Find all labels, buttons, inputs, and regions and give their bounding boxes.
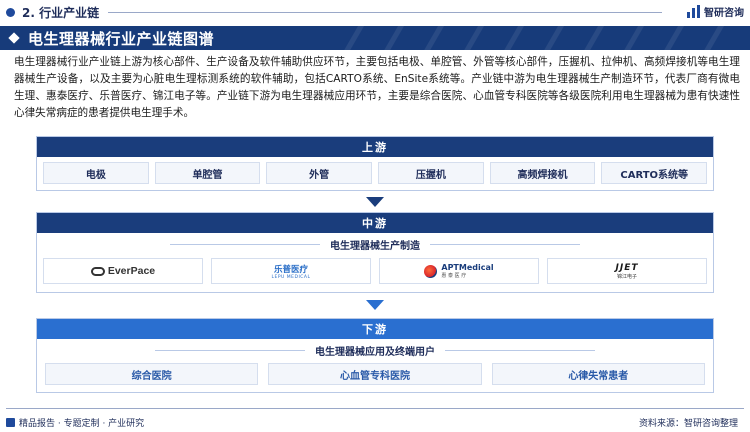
decorative-stripes [330, 26, 750, 50]
downstream-header: 下游 [37, 319, 713, 339]
top-bar: 2. 行业产业链 智研咨询 [0, 0, 750, 24]
upstream-item: 外管 [266, 162, 373, 184]
upstream-item: CARTO系统等 [601, 162, 708, 184]
footer-tagline-text: 精品报告 · 专题定制 · 产业研究 [19, 419, 145, 429]
upstream-item: 高频焊接机 [489, 162, 596, 184]
apt-medical-logo: APTMedical 惠 泰 医 疗 [379, 258, 539, 284]
upstream-item: 压握机 [378, 162, 484, 184]
everpace-logo: EverPace [43, 258, 203, 284]
upstream-item: 单腔管 [154, 162, 261, 184]
footer-tagline: 精品报告 · 专题定制 · 产业研究 [6, 416, 144, 429]
downstream-subtitle-text: 电生理器械应用及终端用户 [315, 347, 435, 358]
upstream-header: 上游 [37, 137, 713, 157]
brand-logo: 智研咨询 [687, 4, 744, 19]
footer-divider [6, 408, 744, 409]
down-arrow-icon [366, 300, 384, 310]
lepu-medical-logo: 乐普医疗 LEPU MEDICAL [211, 258, 371, 284]
apt-globe-icon [424, 264, 438, 278]
header-divider [108, 12, 662, 13]
midstream-subtitle-text: 电生理器械生产制造 [330, 241, 420, 252]
downstream-item: 心血管专科医院 [268, 363, 482, 385]
diamond-icon [8, 32, 20, 44]
intro-paragraph: 电生理器械行业产业链上游为核心部件、生产设备及软件辅助供应环节，主要包括电极、单… [14, 56, 740, 119]
upstream-panel: 上游 电极 单腔管 外管 压握机 高频焊接机 CARTO系统等 [36, 136, 714, 191]
down-arrow-icon [366, 197, 384, 207]
section-heading: 2. 行业产业链 [22, 5, 100, 20]
bar-chart-logo-icon [687, 4, 701, 19]
company-logos: EverPace 乐普医疗 LEPU MEDICAL APTMedical 惠 泰 … [37, 252, 713, 284]
footer-square-icon [6, 418, 15, 427]
brand-name: 智研咨询 [704, 8, 744, 19]
midstream-panel: 中游 电生理器械生产制造 EverPace 乐普医疗 LEPU MEDICAL A… [36, 212, 714, 293]
title-banner: 电生理器械行业产业链图谱 [0, 26, 750, 50]
downstream-item: 心律失常患者 [491, 363, 705, 385]
upstream-items: 电极 单腔管 外管 压握机 高频焊接机 CARTO系统等 [37, 157, 713, 189]
jjet-logo: JJET 锦江电子 [547, 258, 707, 284]
page-title: 电生理器械行业产业链图谱 [28, 29, 215, 48]
downstream-subtitle: 电生理器械应用及终端用户 [37, 343, 713, 358]
downstream-panel: 下游 电生理器械应用及终端用户 综合医院 心血管专科医院 心律失常患者 [36, 318, 714, 393]
everpace-mark-icon [90, 266, 105, 276]
midstream-header: 中游 [37, 213, 713, 233]
downstream-item: 综合医院 [45, 363, 259, 385]
footer: 精品报告 · 专题定制 · 产业研究 资料来源：智研咨询整理 [0, 408, 750, 432]
midstream-subtitle: 电生理器械生产制造 [37, 237, 713, 252]
downstream-items: 综合医院 心血管专科医院 心律失常患者 [37, 358, 713, 390]
upstream-item: 电极 [43, 162, 149, 184]
source-note: 资料来源：智研咨询整理 [638, 419, 738, 429]
bullet-dot-icon [6, 7, 15, 17]
